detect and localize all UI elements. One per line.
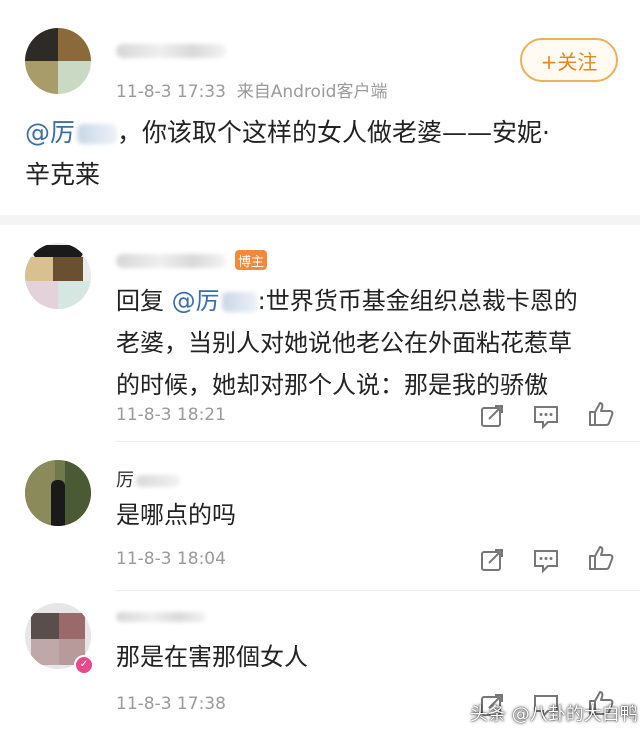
reply1-mention[interactable]: @厉 <box>172 287 220 315</box>
reply1-line2: 老婆，当别人对她说他老公在外面粘花惹草 <box>116 329 572 357</box>
reply-divider <box>116 590 640 591</box>
reply3-name-blurred[interactable] <box>116 612 206 622</box>
section-divider <box>0 215 640 225</box>
post-mention[interactable]: @厉 <box>25 118 75 147</box>
watermark: 头条 @八卦的大白鸭 <box>470 704 638 725</box>
reply2-time: 11-8-3 18:04 <box>116 549 226 569</box>
reply3-text: 那是在害那個女人 <box>116 643 308 671</box>
reply1-prefix: 回复 <box>116 287 164 315</box>
blogger-badge: 博主 <box>235 250 267 270</box>
reply1-mention-blur <box>221 292 258 312</box>
post-text: @厉 ，你该取个这样的女人做老婆——安妮· 辛克莱 <box>25 112 625 196</box>
reply1-line3: 的时候，她却对那个人说：那是我的骄傲 <box>116 371 548 399</box>
reply1-text: 回复 @厉:世界货币基金组织总裁卡恩的 老婆，当别人对她说他老公在外面粘花惹草 … <box>116 280 626 406</box>
post-text-line2: 辛克莱 <box>25 160 101 189</box>
comment-icon[interactable] <box>532 402 560 430</box>
post-meta: 11-8-3 17:33 来自Android客户端 <box>116 77 387 102</box>
share-icon[interactable] <box>478 402 506 430</box>
reply2-text: 是哪点的吗 <box>116 501 236 529</box>
reply1-name-blurred[interactable] <box>116 254 226 268</box>
post-text-line1: ，你该取个这样的女人做老婆——安妮· <box>117 118 550 147</box>
follow-button[interactable]: +关注 <box>520 38 618 82</box>
post-source: 来自Android客户端 <box>236 82 388 102</box>
share-icon[interactable] <box>478 546 506 574</box>
reply1-time: 11-8-3 18:21 <box>116 405 226 425</box>
comment-icon[interactable] <box>532 546 560 574</box>
reply2-name[interactable]: 厉 <box>116 466 180 492</box>
reply1-line1: :世界货币基金组织总裁卡恩的 <box>257 287 578 315</box>
verified-badge-icon: ✓ <box>74 655 94 675</box>
reply2-name-text: 厉 <box>116 470 134 491</box>
poster-name-blurred[interactable] <box>116 44 226 58</box>
like-icon[interactable] <box>587 544 615 572</box>
post-time: 11-8-3 17:33 <box>116 82 226 102</box>
reply3-time: 11-8-3 17:38 <box>116 694 226 714</box>
poster-avatar[interactable] <box>25 28 91 94</box>
reply-divider <box>116 441 640 442</box>
reply1-avatar[interactable] <box>25 243 91 309</box>
reply2-avatar[interactable] <box>25 460 91 526</box>
like-icon[interactable] <box>587 400 615 428</box>
mention-blur <box>77 124 118 144</box>
